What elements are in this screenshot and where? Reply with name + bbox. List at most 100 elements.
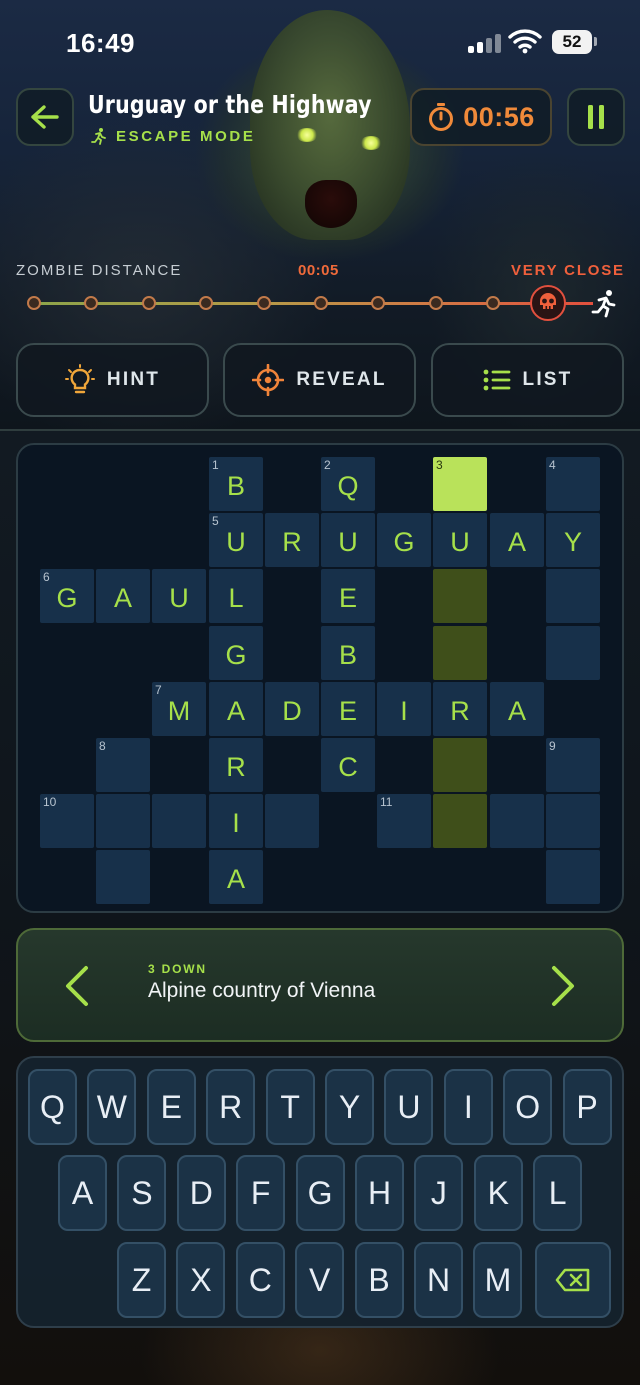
crossword-cell[interactable] xyxy=(433,794,487,848)
crossword-cell[interactable] xyxy=(433,569,487,623)
crossword-cell[interactable]: 1B xyxy=(209,457,263,511)
key-k[interactable]: K xyxy=(473,1155,523,1231)
crossword-cell[interactable]: 4 xyxy=(546,457,600,511)
zombie-distance-time: 00:05 xyxy=(298,262,339,279)
cell-letter: A xyxy=(113,583,132,613)
key-f[interactable]: F xyxy=(236,1155,286,1231)
key-e[interactable]: E xyxy=(146,1069,196,1145)
key-g[interactable]: G xyxy=(295,1155,345,1231)
cell-letter: D xyxy=(282,696,302,726)
distance-step-dot xyxy=(428,296,443,310)
key-d[interactable]: D xyxy=(176,1155,226,1231)
crossword-cell[interactable]: Y xyxy=(546,513,600,567)
zombie-distance-status: VERY CLOSE xyxy=(511,262,625,279)
key-z[interactable]: Z xyxy=(117,1242,166,1318)
crossword-cell[interactable]: 7M xyxy=(152,682,206,736)
cell-letter xyxy=(546,794,600,848)
crossword-cell[interactable] xyxy=(546,794,600,848)
cell-letter xyxy=(546,850,600,904)
crossword-cell[interactable] xyxy=(546,626,600,680)
key-n[interactable]: N xyxy=(414,1242,463,1318)
list-button[interactable]: LIST xyxy=(431,343,624,417)
crossword-cell[interactable]: R xyxy=(265,513,319,567)
key-r[interactable]: R xyxy=(206,1069,256,1145)
crossword-cell[interactable]: 11 xyxy=(377,794,431,848)
battery-nub xyxy=(594,37,597,46)
key-b[interactable]: B xyxy=(354,1242,404,1318)
crossword-cell[interactable]: U xyxy=(433,513,487,567)
key-q[interactable]: Q xyxy=(28,1069,77,1145)
crossword-cell[interactable]: E xyxy=(321,682,375,736)
key-w[interactable]: W xyxy=(87,1069,137,1145)
key-x[interactable]: X xyxy=(176,1242,226,1318)
lightbulb-icon xyxy=(64,364,95,394)
crossword-cell[interactable] xyxy=(433,626,487,680)
crossword-cell[interactable]: R xyxy=(209,738,263,792)
crossword-cell[interactable]: 5U xyxy=(209,513,263,567)
crossword-cell[interactable]: 2Q xyxy=(321,457,375,511)
key-u[interactable]: U xyxy=(384,1069,434,1145)
crossword-cell[interactable] xyxy=(490,794,544,848)
distance-step-dot xyxy=(141,296,156,310)
key-v[interactable]: V xyxy=(295,1242,345,1318)
delete-key[interactable] xyxy=(535,1242,611,1318)
crossword-cell[interactable]: A xyxy=(96,569,150,623)
cell-letter xyxy=(96,738,150,792)
crossword-cell[interactable]: I xyxy=(377,682,431,736)
crossword-cell[interactable]: 8 xyxy=(96,738,150,792)
header-divider xyxy=(0,429,640,431)
reveal-button[interactable]: REVEAL xyxy=(223,343,416,417)
timer-button[interactable]: 00:56 xyxy=(410,88,552,146)
crossword-cell[interactable]: B xyxy=(321,626,375,680)
key-m[interactable]: M xyxy=(473,1242,523,1318)
crossword-cell[interactable]: 6G xyxy=(40,569,94,623)
crossword-cell[interactable]: R xyxy=(433,682,487,736)
pause-button[interactable] xyxy=(567,88,625,146)
crossword-cell[interactable]: U xyxy=(152,569,206,623)
zombie-eye xyxy=(296,128,318,142)
key-o[interactable]: O xyxy=(503,1069,553,1145)
cell-letter: A xyxy=(507,527,526,557)
key-p[interactable]: P xyxy=(562,1069,612,1145)
crossword-cell[interactable]: D xyxy=(265,682,319,736)
key-c[interactable]: C xyxy=(235,1242,285,1318)
crossword-cell[interactable]: 10 xyxy=(40,794,94,848)
key-j[interactable]: J xyxy=(414,1155,464,1231)
crossword-cell[interactable] xyxy=(546,850,600,904)
cell-letter xyxy=(433,794,487,848)
zombie-mouth xyxy=(305,180,357,228)
crossword-cell[interactable]: 3 xyxy=(433,457,487,511)
list-label: LIST xyxy=(522,369,573,390)
key-y[interactable]: Y xyxy=(325,1069,374,1145)
crossword-cell[interactable]: E xyxy=(321,569,375,623)
crossword-cell[interactable]: U xyxy=(321,513,375,567)
key-a[interactable]: A xyxy=(58,1155,107,1231)
crossword-cell[interactable] xyxy=(96,850,150,904)
crossword-cell[interactable] xyxy=(96,794,150,848)
crossword-cell[interactable]: I xyxy=(209,794,263,848)
crossword-cell[interactable]: A xyxy=(490,513,544,567)
distance-track xyxy=(33,302,593,305)
hint-button[interactable]: HINT xyxy=(16,343,209,417)
mode-label: ESCAPE MODE xyxy=(116,127,256,145)
key-t[interactable]: T xyxy=(265,1069,315,1145)
back-button[interactable] xyxy=(16,88,74,146)
crossword-cell[interactable]: A xyxy=(209,850,263,904)
crossword-cell[interactable] xyxy=(152,794,206,848)
key-i[interactable]: I xyxy=(443,1069,493,1145)
crossword-cell[interactable]: G xyxy=(377,513,431,567)
crossword-cell[interactable]: G xyxy=(209,626,263,680)
crossword-cell[interactable] xyxy=(546,569,600,623)
next-clue-button[interactable] xyxy=(548,964,578,1008)
crossword-cell[interactable] xyxy=(433,738,487,792)
crossword-cell[interactable]: A xyxy=(209,682,263,736)
key-l[interactable]: L xyxy=(533,1155,583,1231)
crossword-cell[interactable]: L xyxy=(209,569,263,623)
crossword-cell[interactable]: 9 xyxy=(546,738,600,792)
key-h[interactable]: H xyxy=(355,1155,404,1231)
crossword-cell[interactable] xyxy=(265,794,319,848)
crossword-cell[interactable]: A xyxy=(490,682,544,736)
previous-clue-button[interactable] xyxy=(62,964,92,1008)
key-s[interactable]: S xyxy=(117,1155,167,1231)
crossword-cell[interactable]: C xyxy=(321,738,375,792)
